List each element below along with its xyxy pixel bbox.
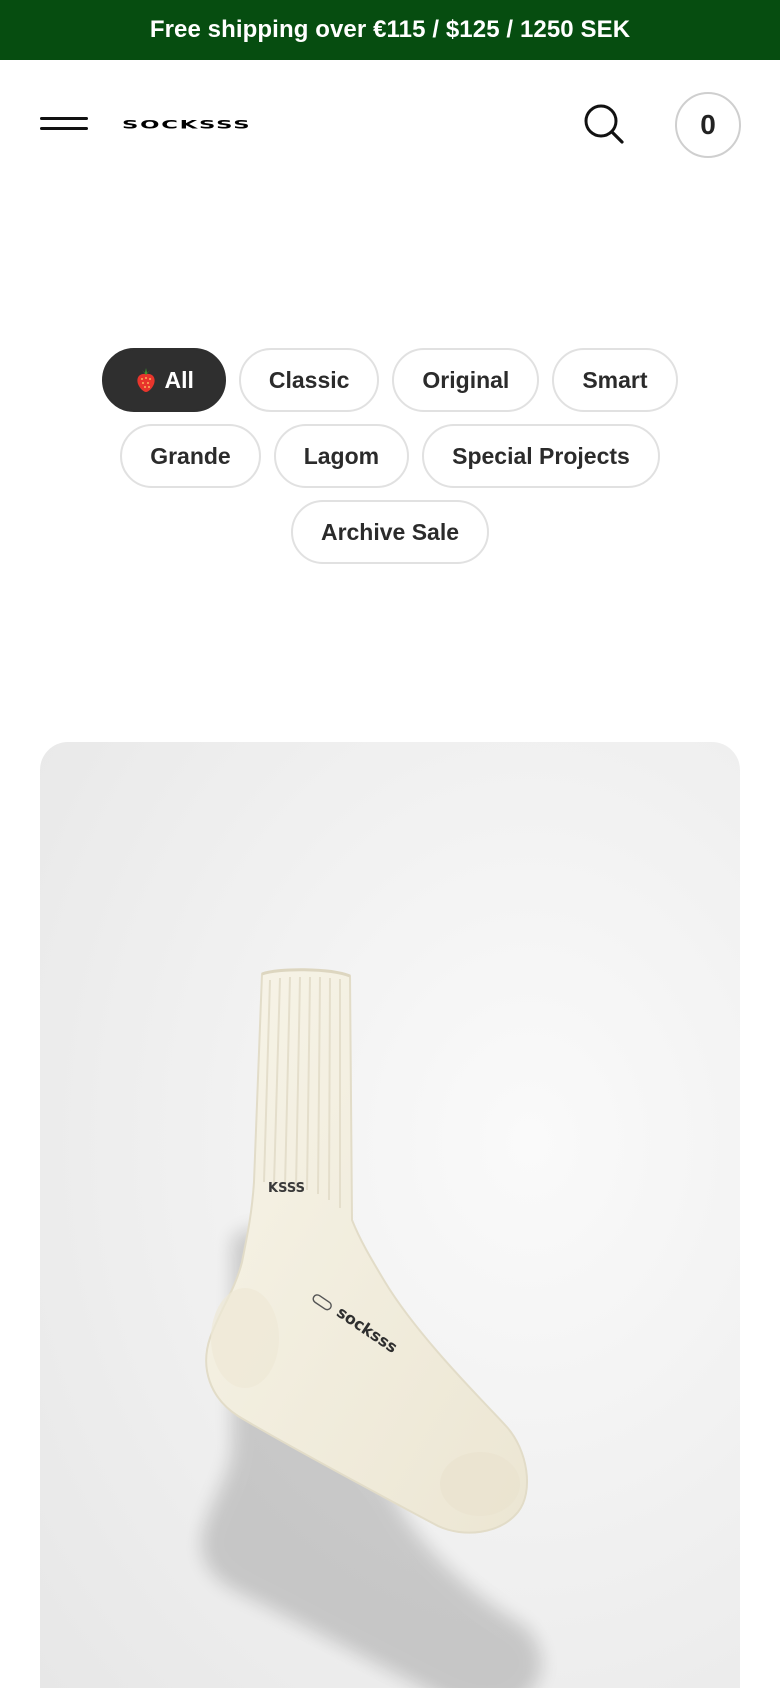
filter-chip-label: Grande: [150, 442, 231, 469]
cart-count: 0: [700, 109, 716, 140]
product-card[interactable]: KSSS socksss: [40, 742, 740, 1688]
category-filters: All Classic Original Smart Grande Lagom …: [0, 348, 780, 576]
filter-chip-original[interactable]: Original: [392, 348, 540, 412]
site-header: SOCKSSS: [0, 60, 780, 188]
filter-row: Grande Lagom Special Projects: [0, 424, 780, 488]
filter-chip-label: Archive Sale: [320, 518, 460, 545]
filter-row: Archive Sale: [0, 500, 780, 564]
promo-banner: Free shipping over €115 / $125 / 1250 SE…: [0, 0, 780, 60]
cart-button[interactable]: 0: [675, 92, 741, 158]
filter-chip-classic[interactable]: Classic: [238, 348, 380, 412]
product-image: KSSS socksss: [201, 968, 542, 1688]
filter-chip-label: Special Projects: [452, 442, 630, 469]
filter-chip-label: All: [164, 366, 194, 393]
filter-chip-label: Smart: [582, 366, 648, 393]
menu-button[interactable]: [40, 114, 88, 134]
brand-logo[interactable]: SOCKSSS: [122, 116, 302, 136]
search-icon: [584, 104, 624, 144]
filter-chip-label: Classic: [268, 366, 350, 393]
filter-chip-archive-sale[interactable]: Archive Sale: [290, 500, 490, 564]
sock-ksss-mark: KSSS: [268, 1181, 305, 1196]
filter-chip-label: Lagom: [303, 442, 380, 469]
filter-chip-smart[interactable]: Smart: [552, 348, 678, 412]
filter-chip-grande[interactable]: Grande: [120, 424, 261, 488]
menu-icon-line: [40, 127, 88, 130]
brand-logo-text: SOCKSSS: [122, 119, 252, 132]
filter-chip-special-projects[interactable]: Special Projects: [422, 424, 660, 488]
promo-text: Free shipping over €115 / $125 / 1250 SE…: [149, 16, 631, 43]
filter-row: All Classic Original Smart: [0, 348, 780, 412]
menu-icon-line: [40, 117, 88, 120]
filter-chip-lagom[interactable]: Lagom: [273, 424, 410, 488]
filter-chip-label: Original: [422, 366, 510, 393]
filter-chip-all[interactable]: All: [102, 348, 226, 412]
search-button[interactable]: [582, 102, 626, 146]
strawberry-icon: [137, 368, 156, 392]
